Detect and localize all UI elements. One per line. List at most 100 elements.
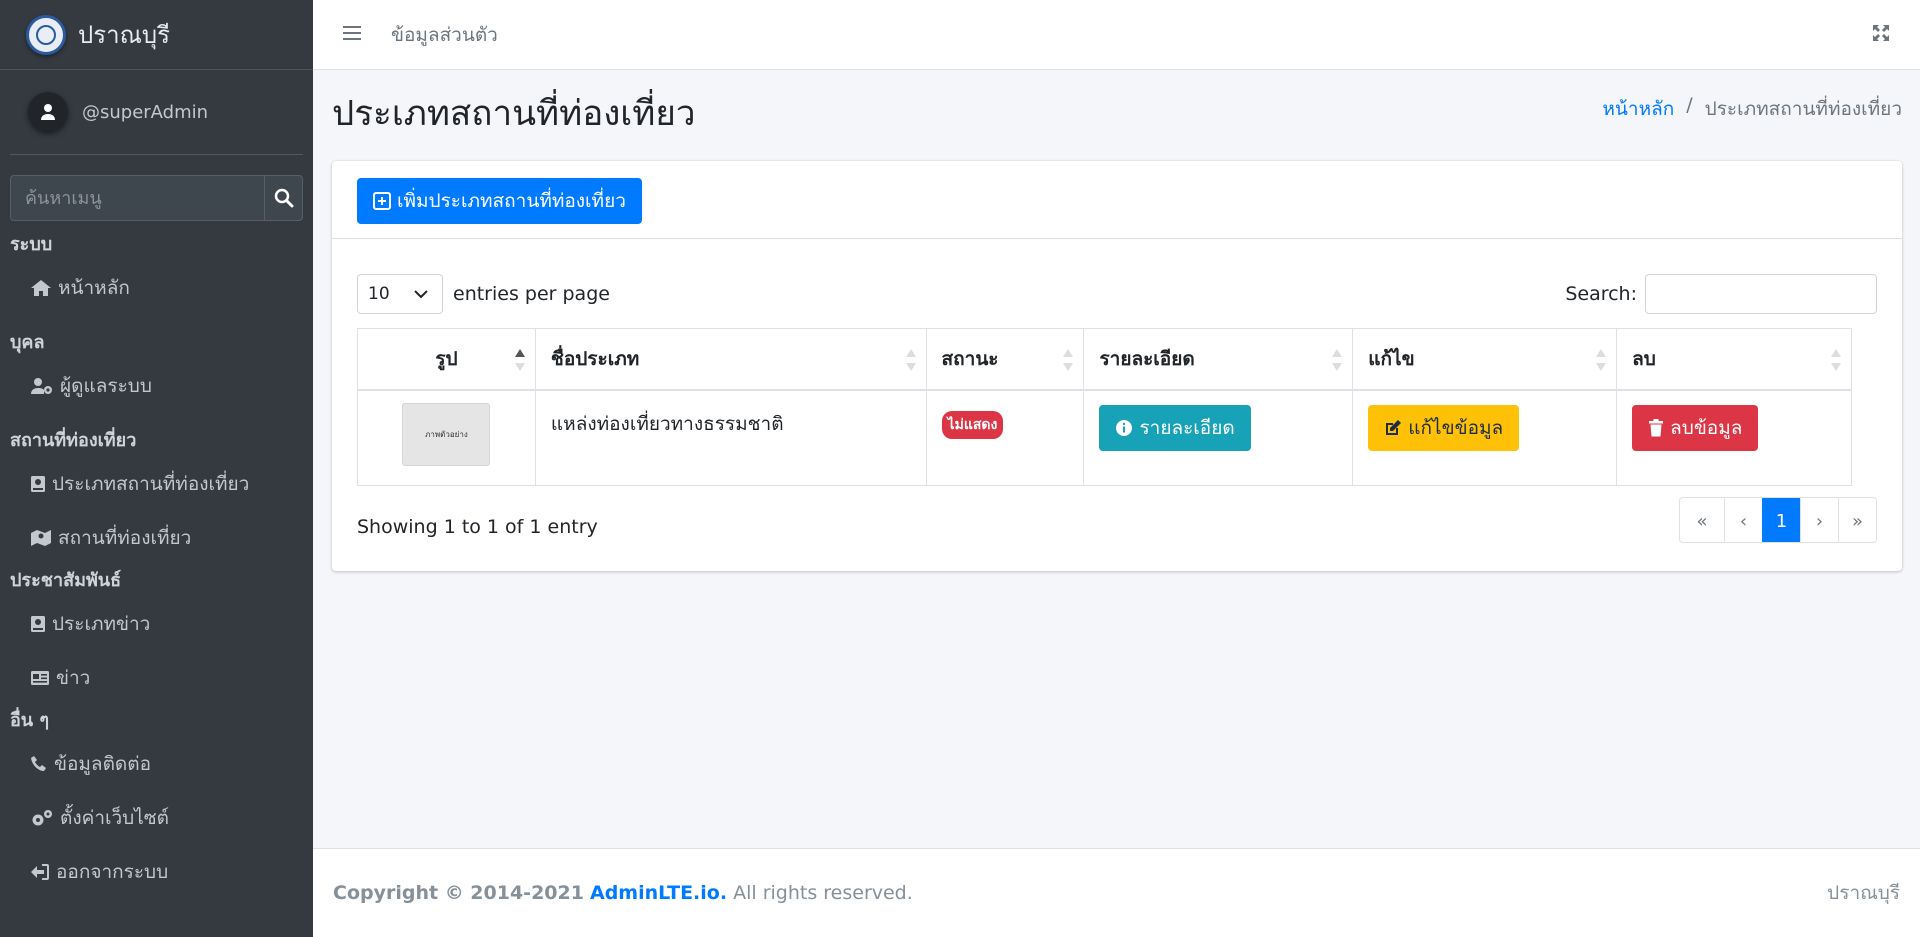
- column-header-detail[interactable]: รายละเอียด: [1083, 328, 1354, 391]
- content-card: เพิ่มประเภทสถานที่ท่องเที่ยว 10 entries …: [332, 161, 1902, 571]
- sidebar-item-label: หน้าหลัก: [58, 277, 130, 299]
- book-icon: [31, 616, 45, 632]
- next-page-button[interactable]: ›: [1800, 498, 1838, 542]
- cogs-icon: [32, 810, 52, 826]
- sidebar-item-label: ข่าว: [56, 667, 91, 689]
- user-panel[interactable]: @superAdmin: [10, 70, 303, 155]
- column-header-image[interactable]: รูป: [357, 328, 536, 391]
- sidebar-item-home[interactable]: หน้าหลัก: [0, 261, 313, 315]
- table-search: Search:: [1565, 274, 1877, 314]
- trash-icon: [1649, 418, 1664, 436]
- breadcrumb-separator: /: [1686, 94, 1693, 116]
- sidebar-item-label: ตั้งค่าเว็บไซต์: [60, 807, 170, 829]
- menu-toggle-icon[interactable]: [343, 25, 361, 45]
- menu-search-input[interactable]: [10, 175, 264, 221]
- sidebar-item-label: สถานที่ท่องเที่ยว: [58, 527, 192, 549]
- table-search-label: Search:: [1565, 283, 1637, 305]
- per-page-control: 10 entries per page: [357, 274, 610, 314]
- sidebar-item-label: ผู้ดูแลระบบ: [60, 375, 152, 397]
- user-avatar-icon: [28, 92, 68, 132]
- table-row: ภาพตัวอย่าง แหล่งท่องเที่ยวทางธรรมชาติ ไ…: [357, 389, 1852, 486]
- chevron-down-icon: [414, 290, 428, 299]
- sidebar-item-contact[interactable]: ข้อมูลติดต่อ: [0, 737, 313, 791]
- column-header-delete[interactable]: ลบ: [1616, 328, 1852, 391]
- sidebar-item-label: ออกจากระบบ: [56, 861, 169, 883]
- home-icon: [31, 280, 51, 296]
- page-1-button[interactable]: 1: [1762, 498, 1800, 542]
- sort-icon: [1831, 349, 1841, 371]
- sort-icon: [1063, 349, 1074, 371]
- map-icon: [31, 530, 51, 546]
- cell-status: ไม่แสดง: [925, 389, 1085, 486]
- content-header: ประเภทสถานที่ท่องเที่ยว หน้าหลัก / ประเภ…: [332, 86, 1902, 136]
- fullscreen-icon[interactable]: [1872, 24, 1890, 46]
- detail-button[interactable]: รายละเอียด: [1099, 404, 1251, 451]
- per-page-select[interactable]: 10: [357, 274, 443, 314]
- data-table: รูป ชื่อประเภท สถานะ รายละเอียด แก้ไข ลบ…: [357, 328, 1852, 486]
- table-header-row: รูป ชื่อประเภท สถานะ รายละเอียด แก้ไข ลบ: [357, 328, 1852, 391]
- sidebar-item-places[interactable]: สถานที่ท่องเที่ยว: [0, 511, 313, 565]
- sidebar-item-news[interactable]: ข่าว: [0, 651, 313, 705]
- column-header-name[interactable]: ชื่อประเภท: [534, 328, 927, 391]
- rights-text: All rights reserved.: [733, 882, 913, 904]
- nav-header-system: ระบบ: [10, 234, 53, 255]
- sidebar-item-news-types[interactable]: ประเภทข่าว: [0, 597, 313, 651]
- column-header-edit[interactable]: แก้ไข: [1352, 328, 1618, 391]
- sidebar-item-place-types[interactable]: ประเภทสถานที่ท่องเที่ยว: [0, 457, 313, 511]
- sidebar-item-label: ข้อมูลติดต่อ: [54, 753, 151, 775]
- sidebar: ปราณบุรี @superAdmin ระบบ หน้าหลัก บุคล …: [0, 0, 313, 937]
- copyright-text: Copyright © 2014-2021: [333, 882, 584, 904]
- nav-header-people: บุคล: [10, 332, 45, 353]
- sort-asc-icon: [514, 349, 525, 371]
- search-icon: [274, 188, 293, 208]
- cell-detail: รายละเอียด: [1083, 389, 1354, 486]
- delete-button[interactable]: ลบข้อมูล: [1632, 404, 1759, 451]
- sidebar-item-admins[interactable]: ผู้ดูแลระบบ: [0, 359, 313, 413]
- brand-link[interactable]: ปราณบุรี: [0, 0, 313, 70]
- add-place-type-button[interactable]: เพิ่มประเภทสถานที่ท่องเที่ยว: [357, 178, 642, 224]
- adminlte-link[interactable]: AdminLTE.io.: [590, 882, 727, 904]
- brand-name: ปราณบุรี: [78, 21, 170, 49]
- phone-icon: [31, 756, 46, 771]
- cell-image: ภาพตัวอย่าง: [357, 389, 536, 486]
- menu-search: [10, 175, 303, 221]
- newspaper-icon: [31, 671, 49, 685]
- info-circle-icon: [1116, 419, 1133, 436]
- per-page-label: entries per page: [453, 283, 610, 305]
- cell-edit: แก้ไขข้อมูล: [1352, 389, 1618, 486]
- sidebar-item-settings[interactable]: ตั้งค่าเว็บไซต์: [0, 791, 313, 845]
- per-page-value: 10: [368, 284, 390, 304]
- showing-info: Showing 1 to 1 of 1 entry: [357, 516, 598, 538]
- page-title: ประเภทสถานที่ท่องเที่ยว: [332, 94, 696, 134]
- sign-out-icon: [31, 864, 49, 880]
- add-button-label: เพิ่มประเภทสถานที่ท่องเที่ยว: [397, 190, 626, 212]
- breadcrumb: หน้าหลัก / ประเภทสถานที่ท่องเที่ยว: [1602, 94, 1902, 124]
- edit-button[interactable]: แก้ไขข้อมูล: [1368, 404, 1520, 451]
- footer: Copyright © 2014-2021 AdminLTE.io. All r…: [313, 848, 1920, 937]
- datatable-controls: 10 entries per page Search:: [357, 274, 1877, 314]
- status-badge: ไม่แสดง: [941, 410, 1004, 439]
- first-page-button[interactable]: «: [1680, 498, 1724, 542]
- footer-right-text: ปราณบุรี: [1827, 882, 1900, 904]
- book-icon: [31, 476, 45, 492]
- cell-delete: ลบข้อมูล: [1616, 389, 1852, 486]
- sidebar-item-logout[interactable]: ออกจากระบบ: [0, 845, 313, 899]
- prev-page-button[interactable]: ‹: [1724, 498, 1762, 542]
- cell-name: แหล่งท่องเที่ยวทางธรรมชาติ: [534, 389, 927, 486]
- search-button[interactable]: [264, 175, 303, 221]
- breadcrumb-current: ประเภทสถานที่ท่องเที่ยว: [1704, 98, 1902, 120]
- pagination: « ‹ 1 › »: [1679, 497, 1877, 543]
- last-page-button[interactable]: »: [1838, 498, 1876, 542]
- sort-icon: [1332, 349, 1343, 371]
- table-search-input[interactable]: [1645, 274, 1877, 314]
- thumbnail-image: ภาพตัวอย่าง: [402, 402, 491, 466]
- breadcrumb-home[interactable]: หน้าหลัก: [1602, 94, 1674, 124]
- sort-icon: [905, 349, 916, 371]
- column-header-status[interactable]: สถานะ: [925, 328, 1085, 391]
- sidebar-item-label: ประเภทสถานที่ท่องเที่ยว: [52, 473, 250, 495]
- profile-link[interactable]: ข้อมูลส่วนตัว: [391, 20, 498, 50]
- nav-header-places: สถานที่ท่องเที่ยว: [10, 430, 137, 451]
- edit-icon: [1386, 419, 1402, 435]
- sidebar-item-label: ประเภทข่าว: [52, 613, 151, 635]
- plus-square-icon: [373, 192, 391, 210]
